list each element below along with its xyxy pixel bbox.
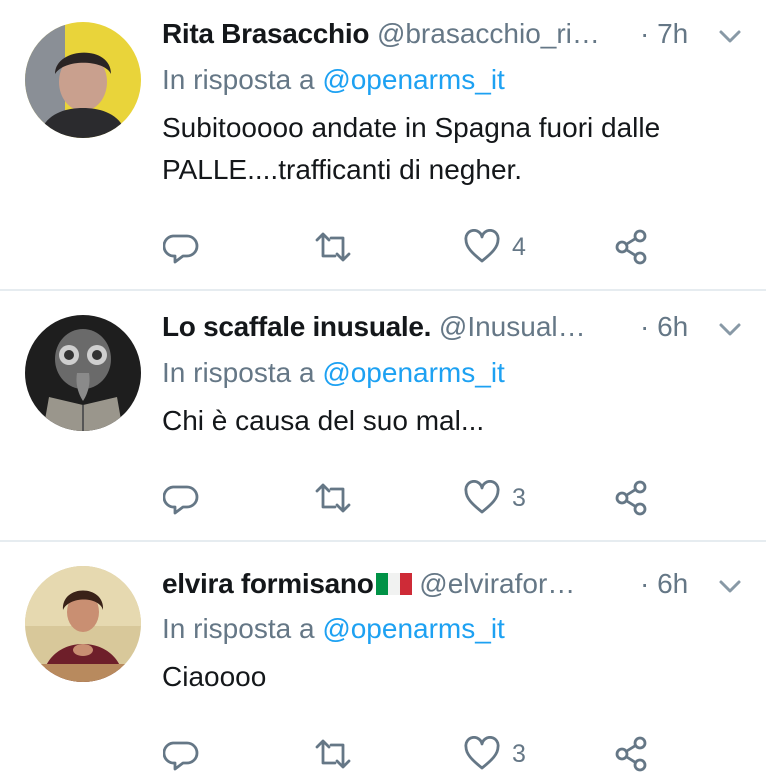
heart-icon <box>464 480 500 516</box>
reply-mention-link[interactable]: @openarms_it <box>322 357 505 388</box>
share-icon <box>614 480 650 516</box>
reply-context: In risposta a @openarms_it <box>162 353 505 393</box>
tweet-text-line: PALLE....trafficanti di negher. <box>162 154 523 185</box>
tweet[interactable]: Lo scaffale inusuale. @Inusual… · 6h In … <box>0 291 766 541</box>
heart-icon <box>464 736 500 772</box>
retweet-icon <box>313 479 353 517</box>
share-button[interactable] <box>614 222 650 272</box>
avatar[interactable] <box>25 566 141 682</box>
action-bar: 4 <box>0 222 766 272</box>
timestamp[interactable]: · 6h <box>640 307 688 347</box>
tweet-header: Rita Brasacchio @brasacchio_ri… <box>162 14 600 54</box>
like-count: 3 <box>512 739 526 768</box>
share-icon <box>614 736 650 772</box>
username[interactable]: @brasacchio_ri… <box>377 18 600 49</box>
tweet-text: Ciaoooo <box>162 656 266 698</box>
reply-context: In risposta a @openarms_it <box>162 60 505 100</box>
share-button[interactable] <box>614 729 650 779</box>
share-icon <box>614 229 650 265</box>
retweet-button[interactable] <box>313 729 353 779</box>
username[interactable]: @elvirafor… <box>419 568 575 599</box>
like-button[interactable]: 4 <box>464 222 526 272</box>
reply-icon <box>163 479 201 517</box>
username[interactable]: @Inusual… <box>439 311 586 342</box>
retweet-button[interactable] <box>313 222 353 272</box>
tweet-text: Chi è causa del suo mal... <box>162 400 484 442</box>
action-bar: 3 <box>0 473 766 523</box>
avatar[interactable] <box>25 315 141 431</box>
reply-button[interactable] <box>163 222 201 272</box>
avatar[interactable] <box>25 22 141 138</box>
heart-icon <box>464 229 500 265</box>
reply-prefix: In risposta a <box>162 357 315 388</box>
tweet[interactable]: elvira formisano @elvirafor… · 6h In ris… <box>0 542 766 780</box>
italy-flag-icon <box>375 566 412 595</box>
retweet-icon <box>313 228 353 266</box>
retweet-button[interactable] <box>313 473 353 523</box>
like-count: 3 <box>512 483 526 512</box>
reply-button[interactable] <box>163 729 201 779</box>
tweet-text-line: Chi è causa del suo mal... <box>162 405 485 436</box>
like-button[interactable]: 3 <box>464 729 526 779</box>
like-button[interactable]: 3 <box>464 473 526 523</box>
timestamp[interactable]: · 6h <box>640 564 688 604</box>
reply-button[interactable] <box>163 473 201 523</box>
display-name[interactable]: Lo scaffale inusuale. <box>162 311 431 342</box>
chevron-down-icon[interactable] <box>716 576 744 598</box>
tweet-header: elvira formisano @elvirafor… <box>162 564 575 604</box>
reply-icon <box>163 228 201 266</box>
chevron-down-icon[interactable] <box>716 319 744 341</box>
action-bar: 3 <box>0 729 766 779</box>
timestamp[interactable]: · 7h <box>640 14 688 54</box>
tweet[interactable]: Rita Brasacchio @brasacchio_ri… · 7h In … <box>0 0 766 290</box>
tweet-text-line: Ciaoooo <box>162 661 267 692</box>
tweet-text: Subitooooo andate in Spagna fuori dalle … <box>162 107 660 191</box>
share-button[interactable] <box>614 473 650 523</box>
tweet-text-line: Subitooooo andate in Spagna fuori dalle <box>162 112 661 143</box>
tweet-header: Lo scaffale inusuale. @Inusual… <box>162 307 586 347</box>
display-name[interactable]: Rita Brasacchio <box>162 18 369 49</box>
chevron-down-icon[interactable] <box>716 26 744 48</box>
like-count: 4 <box>512 232 526 261</box>
retweet-icon <box>313 735 353 773</box>
reply-context: In risposta a @openarms_it <box>162 609 505 649</box>
reply-mention-link[interactable]: @openarms_it <box>322 613 505 644</box>
reply-icon <box>163 735 201 773</box>
reply-prefix: In risposta a <box>162 64 315 95</box>
reply-mention-link[interactable]: @openarms_it <box>322 64 505 95</box>
reply-prefix: In risposta a <box>162 613 315 644</box>
display-name[interactable]: elvira formisano <box>162 568 374 599</box>
